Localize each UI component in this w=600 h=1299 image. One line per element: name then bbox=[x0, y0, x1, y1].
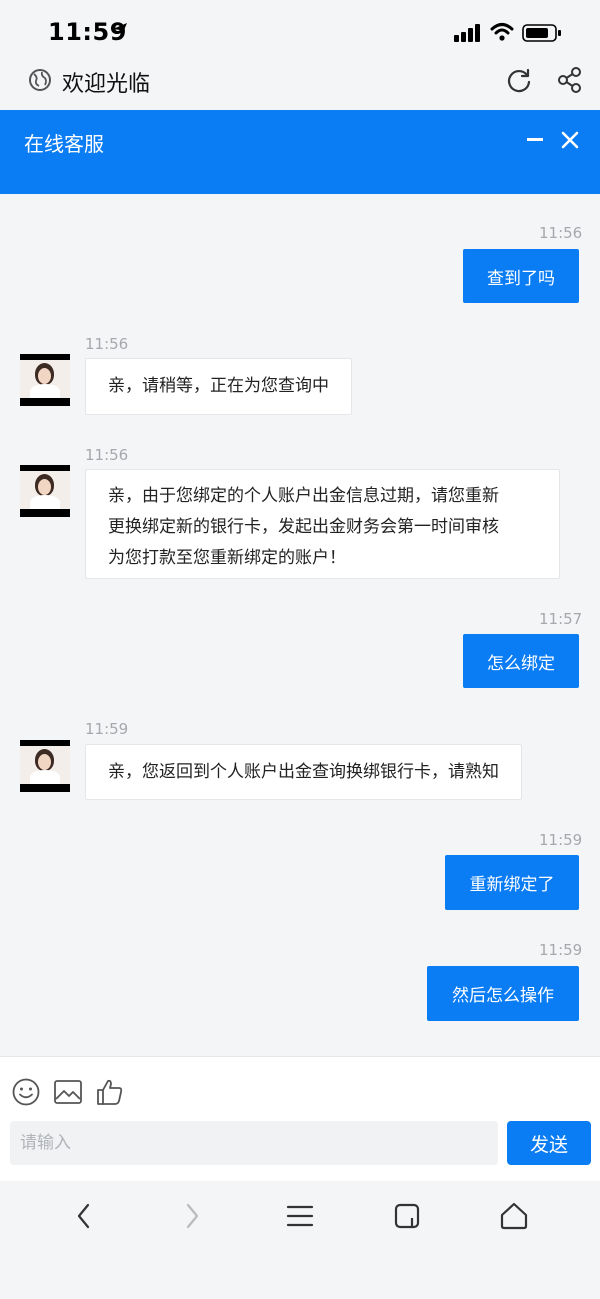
message-timestamp: 11:56 bbox=[85, 335, 129, 353]
browser-bar: 欢迎光临 bbox=[0, 60, 600, 110]
chat-title: 在线客服 bbox=[24, 132, 104, 156]
message-timestamp: 11:56 bbox=[85, 446, 129, 464]
incoming-message: 亲，您返回到个人账户出金查询换绑银行卡，请熟知 bbox=[85, 744, 522, 800]
image-icon[interactable] bbox=[53, 1077, 83, 1111]
message-timestamp: 11:59 bbox=[85, 720, 129, 738]
agent-avatar bbox=[20, 465, 70, 517]
tabs-icon[interactable] bbox=[393, 1201, 423, 1235]
location-arrow-icon bbox=[112, 22, 128, 42]
status-bar: 11:59 bbox=[0, 0, 600, 60]
emoji-icon[interactable] bbox=[11, 1077, 41, 1111]
message-input[interactable] bbox=[10, 1121, 498, 1165]
close-icon[interactable] bbox=[560, 130, 580, 154]
outgoing-message: 重新绑定了 bbox=[445, 855, 579, 910]
minimize-icon[interactable] bbox=[527, 138, 543, 141]
agent-avatar bbox=[20, 740, 70, 792]
composer: 发送 bbox=[0, 1056, 600, 1181]
incoming-message: 亲，由于您绑定的个人账户出金信息过期，请您重新 更换绑定新的银行卡，发起出金财务… bbox=[85, 469, 560, 579]
battery-icon bbox=[522, 23, 562, 47]
outgoing-message: 查到了吗 bbox=[463, 249, 579, 303]
message-line: 亲，由于您绑定的个人账户出金信息过期，请您重新 bbox=[108, 486, 499, 506]
message-timestamp: 11:59 bbox=[539, 941, 583, 959]
message-timestamp: 11:57 bbox=[539, 610, 583, 628]
browser-bottom-nav bbox=[0, 1181, 600, 1299]
send-button[interactable]: 发送 bbox=[507, 1121, 591, 1165]
menu-icon[interactable] bbox=[286, 1201, 314, 1235]
home-icon[interactable] bbox=[499, 1201, 529, 1235]
chat-header: 在线客服 bbox=[0, 110, 600, 194]
back-icon[interactable] bbox=[72, 1201, 98, 1235]
share-icon[interactable] bbox=[556, 66, 584, 98]
browser-title: 欢迎光临 bbox=[62, 72, 151, 97]
agent-avatar bbox=[20, 354, 70, 406]
wifi-icon bbox=[490, 22, 514, 46]
signal-icon bbox=[454, 24, 482, 46]
thumbs-up-icon[interactable] bbox=[95, 1077, 125, 1111]
incoming-message: 亲，请稍等，正在为您查询中 bbox=[85, 358, 352, 415]
outgoing-message: 然后怎么操作 bbox=[427, 966, 579, 1021]
message-timestamp: 11:59 bbox=[539, 831, 583, 849]
outgoing-message: 怎么绑定 bbox=[463, 634, 579, 688]
message-timestamp: 11:56 bbox=[539, 224, 583, 242]
chat-message-list[interactable]: 11:56 查到了吗 11:56 亲，请稍等，正在为您查询中 11:56 亲，由… bbox=[0, 194, 600, 1056]
forward-icon[interactable] bbox=[178, 1201, 204, 1235]
refresh-icon[interactable] bbox=[505, 66, 533, 98]
message-line: 为您打款至您重新绑定的账户！ bbox=[108, 548, 346, 568]
globe-icon bbox=[28, 68, 52, 96]
message-line: 更换绑定新的银行卡，发起出金财务会第一时间审核 bbox=[108, 517, 499, 537]
